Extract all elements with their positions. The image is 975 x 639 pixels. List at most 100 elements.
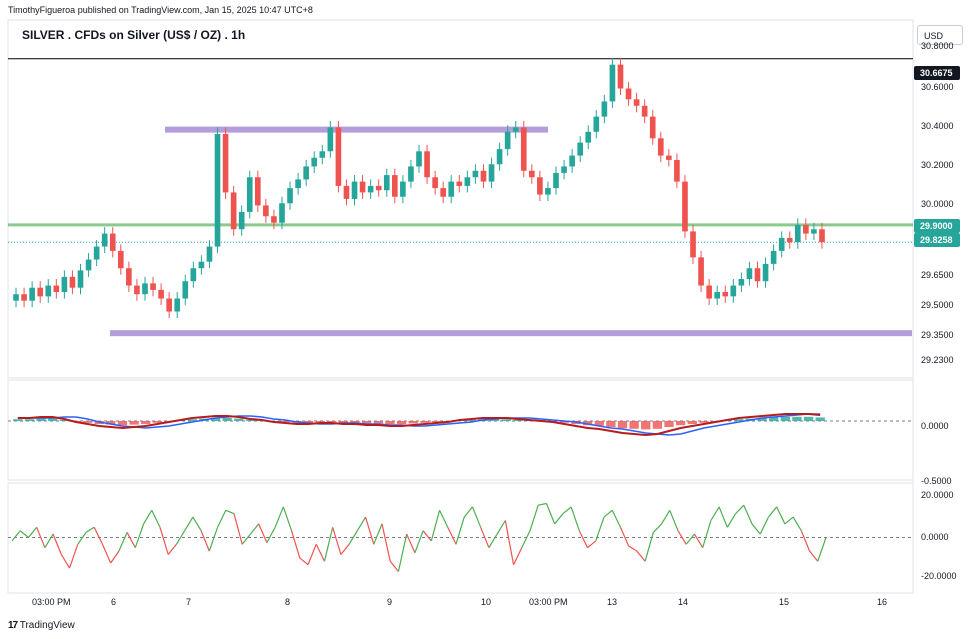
oscillator-segment: [521, 530, 531, 548]
macd-pane: [7, 379, 914, 481]
price-label: 30.8000: [921, 41, 954, 51]
oscillator-segment: [463, 506, 473, 518]
oscillator-segment: [159, 527, 169, 555]
candle: [238, 211, 245, 230]
oscillator-segment: [290, 530, 301, 559]
histogram-bar: [396, 421, 407, 424]
oscillator-segment: [126, 532, 136, 548]
tradingview-logo[interactable]: 17 TradingView: [8, 620, 75, 631]
histogram-bar: [36, 418, 46, 421]
oscillator-segment: [693, 533, 704, 549]
oscillator-segment: [184, 516, 194, 532]
candle: [706, 285, 712, 299]
oscillator-segment: [167, 543, 177, 555]
oscillator-segment: [718, 506, 728, 528]
candle: [416, 151, 422, 167]
candle: [674, 159, 680, 182]
candle: [649, 116, 656, 139]
candle: [803, 224, 809, 234]
histogram-bar: [117, 421, 128, 426]
oscillator-segment: [364, 516, 375, 545]
oscillator-segment: [60, 554, 71, 569]
candle: [690, 231, 696, 258]
chart-canvas[interactable]: 30.8000 30.6000 30.4000 30.2000 30.0000 …: [0, 0, 975, 639]
time-label: 03:00 PM: [529, 597, 568, 607]
time-label: 16: [877, 597, 887, 607]
candle: [617, 64, 624, 89]
time-label: 14: [678, 597, 688, 607]
oscillator-segment: [504, 520, 515, 565]
candle: [319, 151, 326, 158]
price-layer: [8, 58, 913, 337]
price-label: 29.3500: [921, 330, 954, 340]
candle: [392, 175, 398, 197]
candle: [85, 259, 92, 271]
oscillator-segment: [77, 532, 87, 545]
candle: [295, 179, 301, 189]
candle: [408, 166, 414, 182]
candle: [343, 185, 350, 199]
histogram-bar: [373, 421, 383, 424]
candle: [101, 233, 108, 247]
oscillator-segment: [570, 506, 580, 531]
histogram-bar: [687, 421, 697, 424]
candle: [553, 172, 559, 189]
candle: [529, 170, 535, 178]
candle: [126, 268, 132, 286]
histogram-bar: [234, 418, 244, 421]
oscillator-segment: [93, 527, 103, 545]
candle: [537, 177, 543, 195]
macd-axis-label: -0.5000: [921, 476, 952, 486]
zone-band: [165, 126, 548, 133]
candle: [375, 185, 382, 191]
oscillator-segment: [538, 502, 547, 506]
oscillator-segment: [44, 533, 54, 549]
candle: [335, 127, 342, 186]
candle: [230, 192, 237, 230]
oscillator-segment: [751, 523, 761, 535]
candle: [77, 270, 84, 288]
candle: [222, 133, 229, 193]
histogram-bar: [792, 416, 802, 421]
candle: [158, 289, 164, 299]
candle: [21, 294, 27, 301]
candle: [569, 155, 575, 167]
oscillator-segment: [759, 516, 769, 535]
candle: [456, 181, 463, 186]
oscillator-segment: [208, 527, 219, 552]
oscillator-segment: [282, 506, 293, 531]
price-label: 30.4000: [921, 121, 954, 131]
oscillator-segment: [217, 510, 227, 528]
oscillator-segment: [735, 504, 745, 515]
macd-axis-label: 0.0000: [921, 421, 949, 431]
oscillator-segment: [480, 527, 490, 548]
oscillator-segment: [307, 544, 317, 565]
oscillator-segment: [19, 530, 29, 538]
oscillator-segment: [545, 503, 556, 525]
histogram-bar: [780, 416, 790, 421]
oscillator-segment: [134, 523, 145, 548]
oscillator-segment: [628, 545, 638, 552]
oscillator-segment: [809, 550, 819, 562]
oscillator-segment: [513, 547, 523, 565]
oscillator-segment: [110, 550, 120, 564]
candle: [480, 170, 487, 182]
candle: [424, 151, 430, 178]
histogram-bar: [408, 421, 418, 424]
candle: [666, 155, 672, 160]
osc-axis-label: -20.0000: [921, 571, 957, 581]
oscillator-segment: [397, 533, 408, 572]
price-label: 30.6000: [921, 82, 954, 92]
candle: [271, 216, 277, 223]
oscillator-segment: [315, 544, 325, 562]
oscillator-segment: [800, 530, 811, 552]
time-label: 03:00 PM: [32, 597, 71, 607]
candle: [504, 131, 511, 150]
price-label: 30.0000: [921, 199, 954, 209]
histogram-bar: [222, 418, 232, 421]
candle: [633, 99, 640, 106]
candle: [61, 276, 68, 293]
oscillator-segment: [233, 513, 243, 545]
zone-price-tag-text: 29.9000: [920, 221, 953, 231]
histogram-bar: [13, 419, 23, 421]
